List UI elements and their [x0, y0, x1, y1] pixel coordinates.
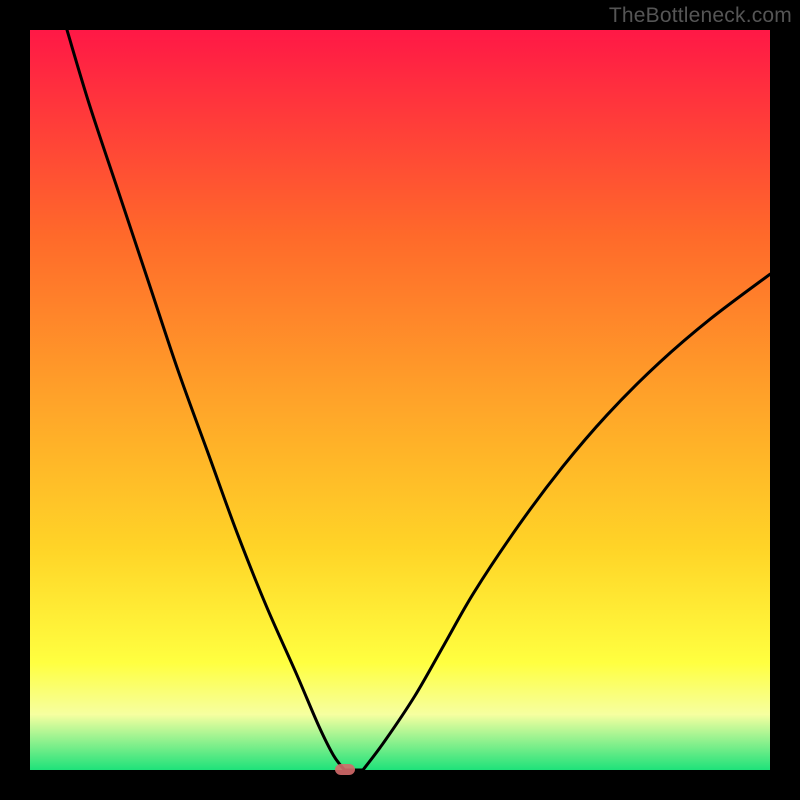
optimal-point-marker — [335, 764, 355, 775]
plot-area — [30, 30, 770, 770]
watermark-text: TheBottleneck.com — [609, 4, 792, 28]
gradient-background — [30, 30, 770, 770]
chart-frame: TheBottleneck.com — [0, 0, 800, 800]
chart-svg — [30, 30, 770, 770]
